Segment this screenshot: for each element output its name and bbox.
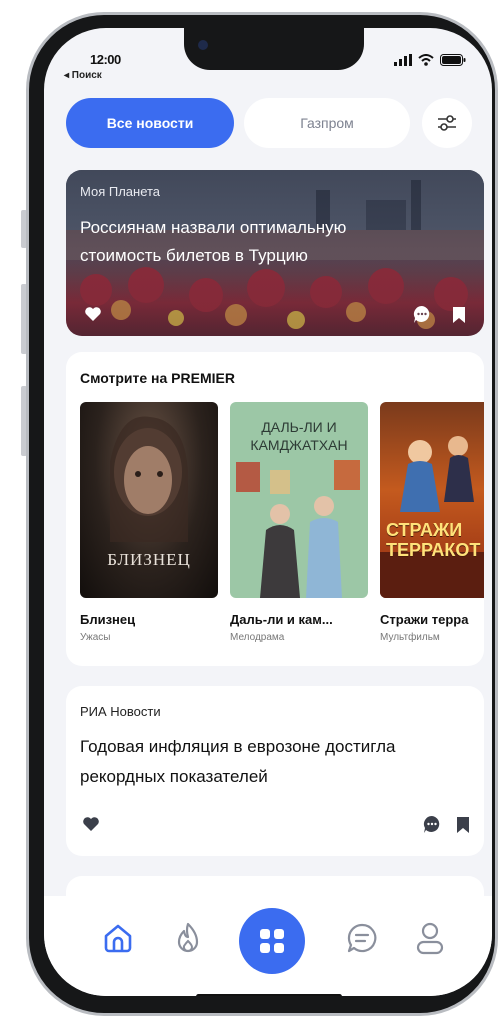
sliders-icon xyxy=(438,115,456,131)
hero-news-source: Моя Планета xyxy=(80,184,161,199)
hero-news-card[interactable]: Моя Планета Россиянам назвали оптимальну… xyxy=(66,170,484,336)
movie-title: Даль-ли и кам... xyxy=(230,612,333,627)
app-screen: 12:00 ◂ Поиск Все новости Газпром Моя Пл… xyxy=(44,28,492,996)
poster-title-text: СТРАЖИ ТЕРРАКОТ xyxy=(386,520,481,560)
movie-title: Близнец xyxy=(80,612,136,627)
movie-poster: БЛИЗНЕЦ xyxy=(80,402,218,598)
home-icon xyxy=(104,924,132,953)
movie-genre: Ужасы xyxy=(80,632,111,643)
fire-icon xyxy=(177,922,199,953)
news-source: РИА Новости xyxy=(80,704,161,719)
news-title: Годовая инфляция в еврозоне достигла рек… xyxy=(80,737,396,786)
wifi-icon xyxy=(418,54,434,66)
movie-title: Стражи терра xyxy=(380,612,469,627)
hero-news-title: Россиянам назвали оптимальную стоимость … xyxy=(80,218,347,265)
tab-services[interactable] xyxy=(239,908,305,974)
chat-icon xyxy=(347,923,377,953)
poster-title-text: ДАЛЬ-ЛИ И КАМДЖАТХАН xyxy=(250,419,348,453)
movie-poster: ДАЛЬ-ЛИ И КАМДЖАТХАН xyxy=(230,402,368,598)
apps-grid-icon xyxy=(260,929,284,953)
filter-settings-button[interactable] xyxy=(422,98,472,148)
movie-poster: СТРАЖИ ТЕРРАКОТ xyxy=(380,402,484,598)
movie-genre: Мелодрама xyxy=(230,632,285,643)
back-to-search-link[interactable]: ◂ Поиск xyxy=(64,70,102,81)
filter-chip-all-news[interactable]: Все новости xyxy=(66,98,234,148)
filter-chip-gazprom[interactable]: Газпром xyxy=(244,98,410,148)
tab-bar xyxy=(44,896,492,996)
premier-heading: Смотрите на PREMIER xyxy=(80,370,235,386)
bookmark-icon[interactable] xyxy=(452,306,466,324)
home-indicator xyxy=(196,994,342,996)
movie-card[interactable]: ДАЛЬ-ЛИ И КАМДЖАТХАН Даль-ли и кам... Ме… xyxy=(230,402,368,643)
tab-trending[interactable] xyxy=(168,918,208,958)
poster-art xyxy=(380,436,484,598)
tab-home[interactable] xyxy=(98,918,138,958)
movie-card[interactable]: СТРАЖИ ТЕРРАКОТ Стражи терра Мультфильм xyxy=(380,402,484,643)
heart-icon[interactable] xyxy=(84,306,102,322)
movie-genre: Мультфильм xyxy=(380,632,440,643)
status-icons xyxy=(394,54,466,66)
notch xyxy=(184,28,364,70)
signal-icon xyxy=(394,54,412,66)
tab-profile[interactable] xyxy=(410,918,450,958)
front-camera xyxy=(198,40,208,50)
premier-section: Смотрите на PREMIER БЛИЗНЕЦ Близнец Ужас… xyxy=(66,352,484,666)
movie-card[interactable]: БЛИЗНЕЦ Близнец Ужасы xyxy=(80,402,218,643)
heart-icon[interactable] xyxy=(82,816,100,832)
news-card[interactable]: РИА Новости Годовая инфляция в еврозоне … xyxy=(66,686,484,856)
comment-icon[interactable] xyxy=(422,814,442,834)
bookmark-icon[interactable] xyxy=(456,816,470,834)
profile-icon xyxy=(416,922,444,955)
comment-icon[interactable] xyxy=(412,304,432,324)
status-time: 12:00 xyxy=(90,52,121,67)
poster-title-text: БЛИЗНЕЦ xyxy=(107,550,191,569)
tab-messages[interactable] xyxy=(342,918,382,958)
battery-icon xyxy=(440,54,466,66)
